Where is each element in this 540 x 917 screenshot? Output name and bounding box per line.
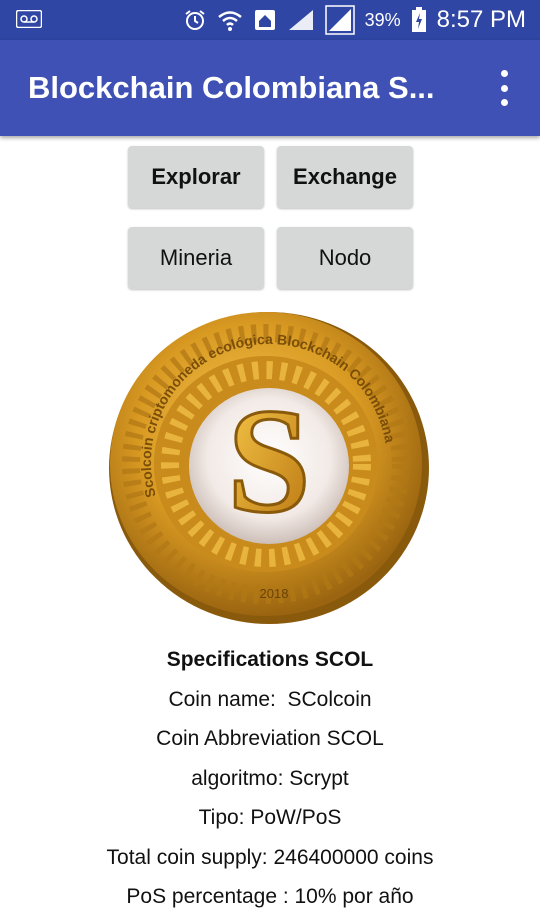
battery-percentage: 39% [364, 9, 401, 30]
signal-icon [288, 10, 313, 30]
alarm-icon [184, 10, 205, 30]
spec-abbreviation: Coin Abbreviation SCOL [156, 727, 384, 750]
battery-icon [411, 7, 426, 32]
spec-type: Tipo: PoW/PoS [198, 806, 342, 829]
coin-year: 2018 [260, 586, 289, 601]
specifications-panel: Specifications SCOL Coin name: SColcoin … [0, 640, 540, 917]
spec-supply: Total coin supply: 246400000 coins [106, 845, 434, 869]
wifi-icon [217, 11, 242, 31]
spec-pos-percentage: PoS percentage : 10% por año [126, 885, 414, 908]
scolcoin-logo: S Scolcoin criptomoneda ecológica Blockc… [109, 312, 429, 624]
app-bar: Blockchain Colombiana S... [0, 40, 540, 136]
home-icon [254, 10, 275, 30]
clock: 8:57 PM [436, 6, 526, 33]
overflow-menu-icon[interactable] [492, 70, 516, 106]
voicemail-icon [16, 10, 42, 28]
mineria-button[interactable]: Mineria [128, 227, 264, 289]
spec-algorithm: algoritmo: Scrypt [191, 766, 349, 790]
coin-letter: S [227, 378, 310, 544]
signal-icon-2 [324, 5, 355, 35]
nodo-button[interactable]: Nodo [277, 227, 413, 289]
app-title: Blockchain Colombiana S... [28, 70, 435, 105]
exchange-button[interactable]: Exchange [277, 146, 413, 208]
spec-coin-name: Coin name: SColcoin [168, 687, 372, 711]
specs-heading: Specifications SCOL [166, 648, 374, 671]
explorar-button[interactable]: Explorar [128, 146, 264, 208]
status-bar: 39% 8:57 PM [0, 0, 540, 40]
